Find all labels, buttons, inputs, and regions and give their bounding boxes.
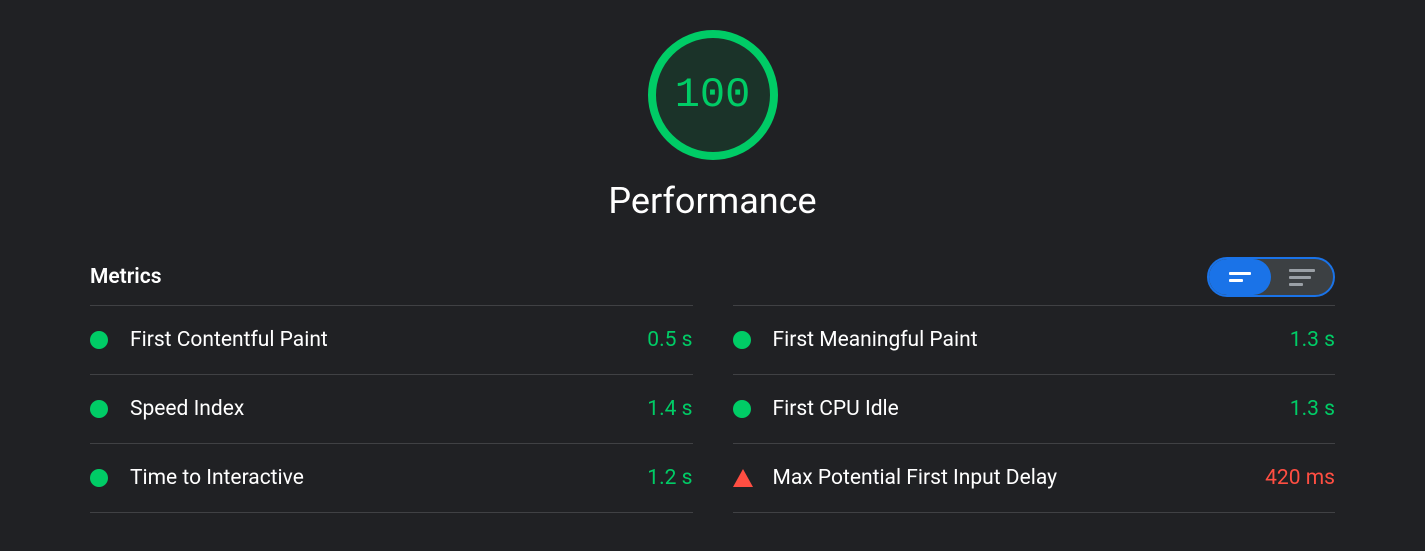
metric-row[interactable]: Time to Interactive 1.2 s [90,443,693,513]
score-section: 100 Performance [90,30,1335,222]
metric-value: 420 ms [1265,466,1335,490]
metric-label: First Contentful Paint [130,328,647,352]
metric-label: Time to Interactive [130,466,647,490]
metric-label: First CPU Idle [773,397,1290,421]
metric-value: 1.4 s [647,397,692,421]
metric-value: 1.2 s [647,466,692,490]
score-value: 100 [675,71,751,119]
pass-circle-icon [90,331,108,349]
pass-circle-icon [733,400,751,418]
expanded-view-icon [1289,269,1315,286]
toggle-compact[interactable] [1209,259,1271,295]
compact-view-icon [1229,272,1251,282]
score-title: Performance [608,180,816,222]
metric-value: 1.3 s [1290,328,1335,352]
score-gauge: 100 [648,30,778,160]
metric-row[interactable]: Speed Index 1.4 s [90,374,693,443]
metrics-column-left: First Contentful Paint 0.5 s Speed Index… [90,305,693,513]
metric-row[interactable]: Max Potential First Input Delay 420 ms [733,443,1336,513]
view-toggle[interactable] [1207,257,1335,297]
metrics-grid: First Contentful Paint 0.5 s Speed Index… [90,305,1335,513]
metric-label: Max Potential First Input Delay [773,466,1266,490]
metric-label: Speed Index [130,397,647,421]
metric-row[interactable]: First CPU Idle 1.3 s [733,374,1336,443]
toggle-expanded[interactable] [1271,259,1333,295]
pass-circle-icon [90,469,108,487]
metrics-column-right: First Meaningful Paint 1.3 s First CPU I… [733,305,1336,513]
pass-circle-icon [90,400,108,418]
metric-label: First Meaningful Paint [773,328,1290,352]
metric-row[interactable]: First Contentful Paint 0.5 s [90,305,693,374]
metric-value: 0.5 s [647,328,692,352]
fail-triangle-icon [733,469,751,487]
pass-circle-icon [733,331,751,349]
metrics-header: Metrics [90,257,1335,297]
metrics-title: Metrics [90,265,162,289]
metric-value: 1.3 s [1290,397,1335,421]
metric-row[interactable]: First Meaningful Paint 1.3 s [733,305,1336,374]
